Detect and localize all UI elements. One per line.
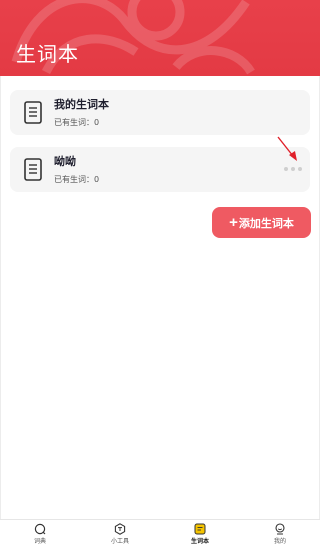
notebook-icon <box>194 523 206 535</box>
bottom-tab-bar: 词典 小工具 生词本 我的 <box>0 519 320 551</box>
tab-label: 我的 <box>273 538 286 545</box>
wordbook-card[interactable]: 我的生词本 已有生词：0 <box>10 90 310 135</box>
add-wordbook-label: 添加生词本 <box>238 217 294 230</box>
tab-profile[interactable]: 我的 <box>240 520 320 551</box>
tab-label: 生词本 <box>190 538 209 545</box>
wordbook-title: 呦呦 <box>54 155 76 168</box>
tools-icon <box>114 523 126 535</box>
wordbook-count: 已有生词：0 <box>54 175 100 184</box>
add-wordbook-button[interactable]: + 添加生词本 <box>212 207 311 238</box>
tab-label: 词典 <box>33 538 46 545</box>
profile-icon <box>275 523 285 535</box>
tab-label: 小工具 <box>110 538 129 545</box>
wordbook-card[interactable]: 呦呦 已有生词：0 <box>10 147 310 192</box>
tab-dictionary[interactable]: 词典 <box>0 520 80 551</box>
wordbook-count: 已有生词：0 <box>54 118 100 127</box>
search-icon <box>34 523 46 535</box>
wordbook-title: 我的生词本 <box>54 98 109 111</box>
tab-tools[interactable]: 小工具 <box>80 520 160 551</box>
annotation-arrow <box>277 136 297 161</box>
more-options-icon[interactable] <box>284 165 302 173</box>
document-icon <box>24 158 42 181</box>
header: 生词本 <box>0 0 320 76</box>
page-title: 生词本 <box>16 42 79 66</box>
tab-wordbook[interactable]: 生词本 <box>160 520 240 551</box>
plus-icon: + <box>229 214 238 231</box>
left-border <box>0 0 1 550</box>
document-icon <box>24 101 42 124</box>
